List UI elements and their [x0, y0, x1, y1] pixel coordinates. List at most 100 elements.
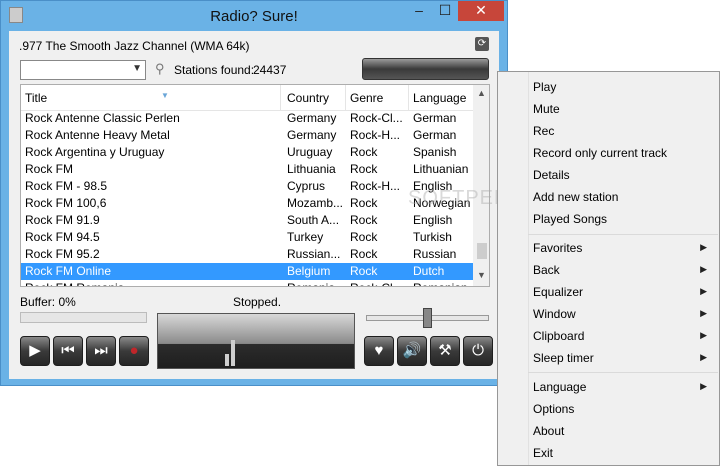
- chevron-down-icon[interactable]: ▼: [132, 63, 142, 74]
- menu-item-record-current-track[interactable]: Record only current track: [498, 142, 719, 164]
- menu-item-back[interactable]: Back ▶: [498, 259, 719, 281]
- search-icon[interactable]: ⚲: [155, 62, 169, 76]
- menu-item-details[interactable]: Details: [498, 164, 719, 186]
- menu-item-rec[interactable]: Rec: [498, 120, 719, 142]
- table-row[interactable]: Rock FM 100,6 Mozamb... Rock Norwegian: [21, 195, 473, 212]
- volume-slider-thumb[interactable]: [422, 308, 432, 328]
- table-cell: Rock: [350, 162, 378, 176]
- table-row[interactable]: Rock FM Online Belgium Rock Dutch: [21, 263, 473, 280]
- menu-item-favorites[interactable]: Favorites ▶: [498, 237, 719, 259]
- table-cell: Rock-H...: [350, 179, 401, 193]
- table-row[interactable]: Rock Argentina y Uruguay Uruguay Rock Spani…: [21, 144, 473, 161]
- table-cell: English: [413, 213, 453, 227]
- refresh-icon[interactable]: ⟳: [475, 37, 489, 51]
- menu-item-label: Clipboard: [533, 329, 585, 343]
- menu-item-label: About: [533, 424, 565, 438]
- menu-item-label: Favorites: [533, 241, 583, 255]
- table-cell: Spanish: [413, 145, 457, 159]
- maximize-button[interactable]: ☐: [432, 1, 458, 21]
- table-cell: Russian: [413, 247, 457, 261]
- column-country[interactable]: Country: [287, 91, 345, 105]
- menu-item-label: Play: [533, 80, 557, 94]
- record-button[interactable]: ●: [119, 336, 149, 366]
- favorite-button[interactable]: ♥: [364, 336, 394, 366]
- submenu-arrow-icon: ▶: [700, 264, 707, 274]
- scroll-up-arrow-icon[interactable]: ▲: [477, 88, 486, 98]
- table-row[interactable]: Rock FM 91.9 South A... Rock English: [21, 212, 473, 229]
- next-button[interactable]: ⏭: [86, 336, 116, 366]
- table-row[interactable]: Rock FM Romania Romania Rock-Cl... Romanian: [21, 280, 473, 286]
- context-menu: Play Mute Rec Record only current track …: [497, 71, 720, 466]
- list-scrollbar[interactable]: ▲ ▼: [473, 85, 489, 286]
- stations-list[interactable]: ▼ Title Country Genre Language Rock Ante…: [20, 84, 490, 287]
- table-cell: Rock FM 91.9: [25, 213, 100, 227]
- table-row[interactable]: Rock Antenne Classic Perlen Germany Rock-C…: [21, 110, 473, 127]
- search-combobox[interactable]: ▼: [20, 60, 146, 80]
- menu-item-clipboard[interactable]: Clipboard ▶: [498, 325, 719, 347]
- table-cell: Rock-Cl...: [350, 281, 408, 286]
- menu-item-label: Add new station: [533, 190, 619, 204]
- power-button[interactable]: ⏻: [463, 336, 493, 366]
- minimize-button[interactable]: –: [406, 1, 432, 21]
- menu-item-label: Options: [533, 402, 575, 416]
- submenu-arrow-icon: ▶: [700, 286, 707, 296]
- menu-item-label: Back: [533, 263, 560, 277]
- table-cell: Turkish: [413, 230, 452, 244]
- table-cell: Romania: [287, 281, 345, 286]
- menu-item-exit[interactable]: Exit: [498, 442, 719, 464]
- menu-item-play[interactable]: Play: [498, 76, 719, 98]
- menu-item-played-songs[interactable]: Played Songs: [498, 208, 719, 230]
- stations-found-label: Stations found:: [174, 63, 255, 77]
- table-cell: Rock FM 95.2: [25, 247, 100, 261]
- table-cell: Dutch: [413, 264, 445, 278]
- menu-item-label: Record only current track: [533, 146, 668, 160]
- column-title[interactable]: Title: [25, 91, 280, 105]
- table-cell: Germany: [287, 128, 337, 142]
- table-row[interactable]: Rock FM - 98.5 Cyprus Rock-H... English: [21, 178, 473, 195]
- table-row[interactable]: Rock Antenne Heavy Metal Germany Rock-H...…: [21, 127, 473, 144]
- menu-item-language[interactable]: Language ▶: [498, 376, 719, 398]
- scrollbar-thumb[interactable]: [477, 243, 487, 259]
- table-cell: Rock: [350, 247, 378, 261]
- scroll-down-arrow-icon[interactable]: ▼: [477, 270, 486, 280]
- table-cell: Romanian: [413, 281, 471, 286]
- submenu-arrow-icon: ▶: [700, 308, 707, 318]
- title-bar[interactable]: Radio? Sure! – ☐ ✕: [1, 1, 507, 31]
- menu-item-label: Sleep timer: [533, 351, 594, 365]
- menu-item-label: Mute: [533, 102, 560, 116]
- menu-item-sleep-timer[interactable]: Sleep timer ▶: [498, 347, 719, 369]
- table-cell: Rock FM 100,6: [25, 196, 107, 210]
- settings-button[interactable]: ⚒: [430, 336, 460, 366]
- play-button[interactable]: ▶: [20, 336, 50, 366]
- table-row[interactable]: Rock FM 94.5 Turkey Rock Turkish: [21, 229, 473, 246]
- close-button[interactable]: ✕: [458, 1, 504, 21]
- menu-item-add-station[interactable]: Add new station: [498, 186, 719, 208]
- table-cell: Rock FM: [25, 162, 73, 176]
- table-cell: Rock Antenne Heavy Metal: [25, 128, 170, 142]
- table-cell: Mozamb...: [287, 196, 344, 210]
- previous-button[interactable]: ⏮: [53, 336, 83, 366]
- search-bar-button[interactable]: [362, 58, 489, 80]
- submenu-arrow-icon: ▶: [700, 242, 707, 252]
- menu-item-mute[interactable]: Mute: [498, 98, 719, 120]
- menu-item-options[interactable]: Options: [498, 398, 719, 420]
- table-cell: South A...: [287, 213, 340, 227]
- table-cell: Rock Antenne Classic Perlen: [25, 111, 180, 125]
- mute-button[interactable]: 🔊: [397, 336, 427, 366]
- table-cell: Germany: [287, 111, 337, 125]
- submenu-arrow-icon: ▶: [700, 352, 707, 362]
- column-language[interactable]: Language: [413, 91, 471, 105]
- table-cell: German: [413, 111, 457, 125]
- table-cell: Rock: [350, 196, 378, 210]
- table-cell: Rock FM - 98.5: [25, 179, 108, 193]
- menu-item-about[interactable]: About: [498, 420, 719, 442]
- table-row[interactable]: Rock FM Lithuania Rock Lithuanian: [21, 161, 473, 178]
- table-cell: Rock-H...: [350, 128, 401, 142]
- table-cell: Rock: [350, 264, 378, 278]
- table-cell: Lithuanian: [413, 162, 469, 176]
- buffer-progress-bar: [20, 312, 147, 323]
- table-row[interactable]: Rock FM 95.2 Russian... Rock Russian: [21, 246, 473, 263]
- menu-item-window[interactable]: Window ▶: [498, 303, 719, 325]
- column-genre[interactable]: Genre: [350, 91, 408, 105]
- menu-item-equalizer[interactable]: Equalizer ▶: [498, 281, 719, 303]
